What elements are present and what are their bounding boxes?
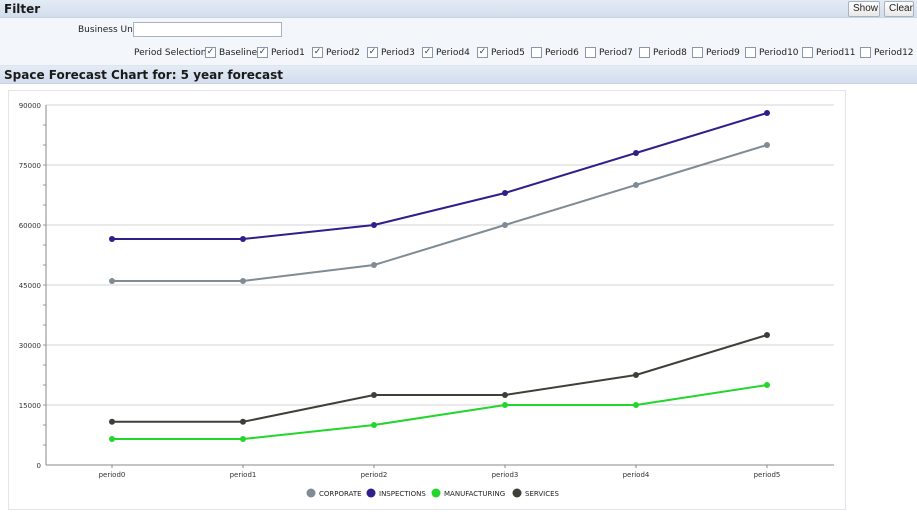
data-point-inspections (764, 110, 770, 116)
legend-label-corporate: CORPORATE (319, 490, 362, 498)
data-point-inspections (633, 150, 639, 156)
data-point-corporate (109, 278, 115, 284)
checkbox-label-period7: Period7 (599, 48, 633, 58)
chart-header: Space Forecast Chart for: 5 year forecas… (0, 66, 917, 84)
legend-marker-manufacturing (431, 488, 441, 498)
data-point-services (109, 418, 115, 425)
y-tick-label: 60000 (19, 222, 41, 230)
checkbox-period8[interactable] (639, 47, 650, 58)
y-tick-label: 0 (37, 462, 41, 470)
checkbox-label-period6: Period6 (545, 48, 579, 58)
checkbox-period6[interactable] (531, 47, 542, 58)
x-tick-label: period1 (230, 471, 257, 479)
data-point-services (371, 392, 377, 398)
data-point-manufacturing (764, 382, 770, 388)
y-tick-label: 45000 (19, 282, 41, 290)
checkbox-label-period2: Period2 (326, 48, 360, 58)
checkbox-baseline[interactable]: ✓ (205, 47, 216, 58)
legend-marker-inspections (366, 488, 376, 498)
checkbox-period11[interactable] (802, 47, 813, 58)
chart-header-title: Space Forecast Chart for: 5 year forecas… (4, 68, 283, 82)
checkbox-label-period10: Period10 (759, 48, 799, 58)
checkbox-label-period9: Period9 (706, 48, 740, 58)
checkbox-label-period12: Period12 (874, 48, 914, 58)
data-point-services (240, 418, 246, 425)
checkbox-period3[interactable]: ✓ (367, 47, 378, 58)
data-point-inspections (502, 190, 508, 196)
checkbox-label-period1: Period1 (271, 48, 305, 58)
x-tick-label: period3 (492, 471, 519, 479)
checkbox-period5[interactable]: ✓ (477, 47, 488, 58)
data-point-inspections (240, 236, 246, 242)
data-point-manufacturing (502, 402, 508, 408)
data-point-services (502, 392, 508, 398)
checkbox-period10[interactable] (745, 47, 756, 58)
x-tick-label: period2 (361, 471, 388, 479)
space-forecast-chart: 0 15000 30000 45000 60000 75000 90000 period0 pe… (19, 102, 834, 498)
checkbox-period2[interactable]: ✓ (312, 47, 323, 58)
business-unit-input[interactable] (133, 22, 282, 37)
x-tick-label: period4 (623, 471, 650, 479)
chart-container: 0 15000 30000 45000 60000 75000 90000 period0 pe… (8, 90, 846, 510)
legend-marker-services (512, 488, 522, 498)
legend-label-inspections: INSPECTIONS (379, 490, 426, 498)
data-point-manufacturing (109, 436, 115, 442)
data-point-manufacturing (371, 422, 377, 428)
series-line-manufacturing (112, 384, 768, 440)
y-tick-label: 90000 (19, 102, 41, 110)
checkbox-label-period5: Period5 (491, 48, 525, 58)
checkbox-period4[interactable]: ✓ (422, 47, 433, 58)
y-tick-label: 75000 (19, 162, 41, 170)
business-unit-label: Business Unit (78, 25, 139, 35)
checkbox-period1[interactable]: ✓ (257, 47, 268, 58)
filter-title: Filter (4, 2, 41, 16)
checkbox-period9[interactable] (692, 47, 703, 58)
show-button[interactable]: Show (848, 1, 880, 17)
data-point-manufacturing (240, 436, 246, 442)
checkbox-label-period3: Period3 (381, 48, 415, 58)
legend-marker-corporate (306, 488, 316, 498)
data-point-manufacturing (633, 402, 639, 408)
x-tick-label: period5 (754, 471, 781, 479)
data-point-corporate (633, 182, 639, 188)
x-tick-label: period0 (99, 471, 126, 479)
y-tick-label: 15000 (19, 402, 41, 410)
data-point-corporate (240, 278, 246, 284)
checkbox-period7[interactable] (585, 47, 596, 58)
data-point-inspections (371, 222, 377, 228)
checkbox-label-period8: Period8 (653, 48, 687, 58)
checkbox-label-baseline: Baseline (219, 48, 258, 58)
data-point-services (633, 372, 639, 378)
filter-header: Filter Show Clear (0, 0, 917, 18)
period-selection-label: Period Selection: (134, 48, 210, 58)
series-line-services (112, 334, 768, 423)
filter-panel: Business Unit Period Selection: ✓ Baselin… (0, 18, 917, 66)
legend-label-services: SERVICES (525, 490, 560, 498)
checkbox-label-period11: Period11 (816, 48, 856, 58)
checkbox-label-period4: Period4 (436, 48, 470, 58)
clear-button[interactable]: Clear (884, 1, 914, 17)
data-point-corporate (371, 262, 377, 268)
data-point-corporate (764, 142, 770, 148)
legend-label-manufacturing: MANUFACTURING (444, 490, 505, 498)
data-point-services (764, 332, 770, 338)
y-tick-label: 30000 (19, 342, 41, 350)
checkbox-period12[interactable] (860, 47, 871, 58)
data-point-corporate (502, 222, 508, 228)
data-point-inspections (109, 236, 115, 242)
